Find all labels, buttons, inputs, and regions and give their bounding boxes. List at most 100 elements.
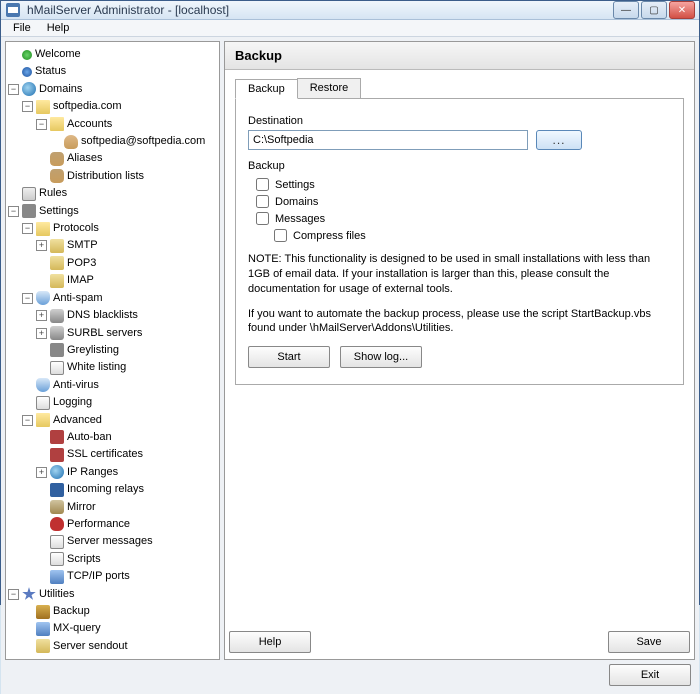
destination-label: Destination (248, 115, 671, 127)
note-automate: If you want to automate the backup proce… (248, 307, 671, 337)
tree-advanced[interactable]: Advanced (53, 414, 102, 426)
shield-icon (36, 378, 50, 392)
expand-utilities[interactable]: − (8, 589, 19, 600)
tree-sendout[interactable]: Server sendout (53, 640, 128, 652)
expand-accounts[interactable]: − (36, 119, 47, 130)
expand-dnsbl[interactable]: + (36, 310, 47, 321)
tree-autoban[interactable]: Auto-ban (67, 431, 112, 443)
tree-srvmsg[interactable]: Server messages (67, 535, 153, 547)
star-icon (22, 587, 36, 601)
tree-sslcert[interactable]: SSL certificates (67, 448, 143, 460)
nav-tree[interactable]: Welcome Status −Domains −softpedia.com −… (5, 41, 220, 660)
distlist-icon (50, 169, 64, 183)
minimize-button[interactable]: — (613, 1, 639, 19)
tree-welcome[interactable]: Welcome (35, 48, 81, 60)
tree-status[interactable]: Status (35, 65, 66, 77)
backup-group-label: Backup (248, 160, 671, 172)
main-panel: Backup Backup Restore Destination ... (224, 41, 695, 660)
showlog-button[interactable]: Show log... (340, 346, 422, 368)
chk-domains-label: Domains (275, 196, 318, 208)
tree-increlay[interactable]: Incoming relays (67, 483, 144, 495)
tree-whitelist[interactable]: White listing (67, 361, 126, 373)
tree-antispam[interactable]: Anti-spam (53, 292, 103, 304)
tree-rules[interactable]: Rules (39, 187, 67, 199)
menu-file[interactable]: File (5, 20, 39, 36)
tab-backup[interactable]: Backup (235, 79, 298, 99)
globe-icon (22, 82, 36, 96)
db-icon (50, 326, 64, 340)
tree-mxquery[interactable]: MX-query (53, 622, 101, 634)
shield-icon (36, 291, 50, 305)
tree-backup[interactable]: Backup (53, 605, 90, 617)
tree-aliases[interactable]: Aliases (67, 152, 102, 164)
tree-domain1[interactable]: softpedia.com (53, 100, 121, 112)
destination-input[interactable] (248, 130, 528, 150)
help-button[interactable]: Help (229, 631, 311, 653)
chk-settings[interactable] (256, 178, 269, 191)
user-icon (64, 135, 78, 149)
start-button[interactable]: Start (248, 346, 330, 368)
chk-messages[interactable] (256, 212, 269, 225)
tree-pop3[interactable]: POP3 (67, 257, 96, 269)
expand-smtp[interactable]: + (36, 240, 47, 251)
script-icon (50, 552, 64, 566)
close-button[interactable]: ✕ (669, 1, 695, 19)
folder-icon (36, 222, 50, 236)
maximize-button[interactable]: ▢ (641, 1, 667, 19)
globe-icon (50, 465, 64, 479)
expand-surbl[interactable]: + (36, 328, 47, 339)
tree-smtp[interactable]: SMTP (67, 239, 98, 251)
lock-icon (50, 430, 64, 444)
tree-perf[interactable]: Performance (67, 518, 130, 530)
tab-restore[interactable]: Restore (297, 78, 362, 98)
chk-compress-label: Compress files (293, 230, 366, 242)
tree-antivirus[interactable]: Anti-virus (53, 379, 99, 391)
tree-accounts[interactable]: Accounts (67, 118, 112, 130)
browse-button[interactable]: ... (536, 130, 582, 150)
expand-protocols[interactable]: − (22, 223, 33, 234)
log-icon (36, 396, 50, 410)
expand-domain1[interactable]: − (22, 101, 33, 112)
expand-ipranges[interactable]: + (36, 467, 47, 478)
tree-account1[interactable]: softpedia@softpedia.com (81, 135, 205, 147)
exit-button[interactable]: Exit (609, 664, 691, 686)
chk-domains[interactable] (256, 195, 269, 208)
save-button[interactable]: Save (608, 631, 690, 653)
tree-imap[interactable]: IMAP (67, 274, 94, 286)
tree-surbl[interactable]: SURBL servers (67, 327, 142, 339)
chk-compress[interactable] (274, 229, 287, 242)
tree-greylist[interactable]: Greylisting (67, 344, 119, 356)
expand-antispam[interactable]: − (22, 293, 33, 304)
cert-icon (50, 448, 64, 462)
rules-icon (22, 187, 36, 201)
relay-icon (50, 483, 64, 497)
expand-domains[interactable]: − (8, 84, 19, 95)
window-title: hMailServer Administrator - [localhost] (27, 3, 613, 17)
tree-utilities[interactable]: Utilities (39, 588, 74, 600)
status-icon (22, 67, 32, 77)
tree-domains[interactable]: Domains (39, 83, 82, 95)
tree-scripts[interactable]: Scripts (67, 553, 101, 565)
tree-ipranges[interactable]: IP Ranges (67, 466, 118, 478)
mail-icon (50, 256, 64, 270)
aliases-icon (50, 152, 64, 166)
tree-dnsbl[interactable]: DNS blacklists (67, 309, 138, 321)
tree-settings[interactable]: Settings (39, 205, 79, 217)
tab-backup-content: Destination ... Backup Settings Domains (235, 99, 684, 385)
tree-tcpip[interactable]: TCP/IP ports (67, 570, 130, 582)
folder-icon (50, 117, 64, 131)
perf-icon (50, 517, 64, 531)
tree-distlists[interactable]: Distribution lists (67, 170, 144, 182)
tree-protocols[interactable]: Protocols (53, 222, 99, 234)
tree-logging[interactable]: Logging (53, 396, 92, 408)
tree-mirror[interactable]: Mirror (67, 501, 96, 513)
backup-icon (36, 605, 50, 619)
panel-footer: Help Save (225, 625, 694, 659)
chk-settings-label: Settings (275, 179, 315, 191)
expand-settings[interactable]: − (8, 206, 19, 217)
tab-strip: Backup Restore (235, 78, 684, 99)
mail-icon (50, 239, 64, 253)
menu-help[interactable]: Help (39, 20, 78, 36)
expand-advanced[interactable]: − (22, 415, 33, 426)
menubar: File Help (1, 20, 699, 37)
